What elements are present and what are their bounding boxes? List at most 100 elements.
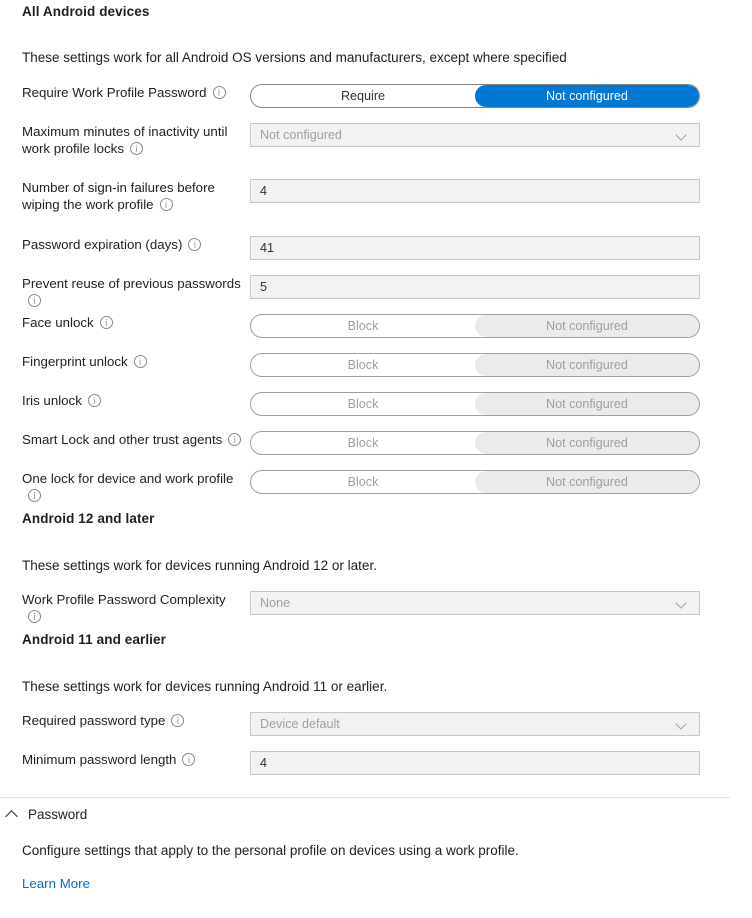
dropdown-value: None: [260, 596, 291, 610]
setting-label-face-unlock: Face unlock: [0, 314, 250, 331]
setting-label-max-minutes-inactivity: Maximum minutes of inactivity until work…: [0, 123, 250, 157]
label-text: One lock for device and work profile: [22, 471, 234, 486]
setting-label-required-password-type: Required password type: [0, 712, 250, 729]
toggle-option-not-configured[interactable]: Not configured: [475, 432, 699, 454]
input-signin-failures[interactable]: 4: [250, 179, 700, 203]
setting-control: Block Not configured: [250, 431, 700, 455]
toggle-option-block[interactable]: Block: [251, 393, 475, 415]
section-title-all-android-devices: All Android devices: [22, 4, 150, 19]
toggle-smart-lock[interactable]: Block Not configured: [250, 431, 700, 455]
setting-control: None: [250, 591, 700, 615]
setting-label-password-expiration: Password expiration (days): [0, 236, 250, 253]
label-text: Maximum minutes of inactivity until work…: [22, 124, 228, 156]
info-icon[interactable]: [212, 86, 226, 99]
chevron-down-icon: [676, 718, 688, 730]
chevron-up-icon[interactable]: [4, 806, 20, 822]
learn-more-link[interactable]: Learn More: [22, 876, 90, 891]
toggle-option-require[interactable]: Require: [251, 85, 475, 107]
setting-row-prevent-reuse: Prevent reuse of previous passwords 5: [0, 275, 752, 309]
setting-control: 4: [250, 179, 700, 203]
info-icon[interactable]: [171, 714, 185, 727]
setting-row-required-password-type: Required password type Device default: [0, 712, 752, 736]
toggle-option-block[interactable]: Block: [251, 471, 475, 493]
collapsible-header-password[interactable]: Password: [0, 806, 87, 822]
setting-row-minimum-password-length: Minimum password length 4: [0, 751, 752, 775]
toggle-one-lock[interactable]: Block Not configured: [250, 470, 700, 494]
info-icon[interactable]: [99, 316, 113, 329]
info-icon[interactable]: [228, 433, 242, 446]
setting-row-max-minutes-inactivity: Maximum minutes of inactivity until work…: [0, 123, 752, 157]
setting-row-password-expiration: Password expiration (days) 41: [0, 236, 752, 260]
section-title-android-11-and-earlier: Android 11 and earlier: [22, 632, 166, 647]
dropdown-max-minutes-inactivity[interactable]: Not configured: [250, 123, 700, 147]
toggle-option-block[interactable]: Block: [251, 354, 475, 376]
section-description-all-android-devices: These settings work for all Android OS v…: [22, 50, 567, 65]
section-title-android-12-and-later: Android 12 and later: [22, 511, 155, 526]
setting-row-smart-lock: Smart Lock and other trust agents Block …: [0, 431, 752, 455]
info-icon[interactable]: [28, 489, 41, 502]
info-icon[interactable]: [188, 238, 202, 251]
toggle-face-unlock[interactable]: Block Not configured: [250, 314, 700, 338]
input-minimum-password-length[interactable]: 4: [250, 751, 700, 775]
dropdown-value: Not configured: [260, 128, 342, 142]
password-section-description: Configure settings that apply to the per…: [22, 843, 519, 858]
setting-label-smart-lock: Smart Lock and other trust agents: [0, 431, 250, 448]
setting-control: 4: [250, 751, 700, 775]
toggle-require-work-profile-password[interactable]: Require Not configured: [250, 84, 700, 108]
label-text: Work Profile Password Complexity: [22, 592, 226, 607]
section-divider: [0, 797, 730, 798]
info-icon[interactable]: [87, 394, 101, 407]
label-text: Required password type: [22, 713, 166, 728]
setting-row-signin-failures: Number of sign-in failures before wiping…: [0, 179, 752, 213]
toggle-option-not-configured[interactable]: Not configured: [475, 354, 699, 376]
setting-control: Block Not configured: [250, 314, 700, 338]
setting-label-signin-failures: Number of sign-in failures before wiping…: [0, 179, 250, 213]
toggle-option-block[interactable]: Block: [251, 432, 475, 454]
setting-control: Device default: [250, 712, 700, 736]
info-icon[interactable]: [159, 198, 173, 211]
info-icon[interactable]: [129, 142, 143, 155]
info-icon[interactable]: [28, 294, 41, 307]
collapsible-title: Password: [28, 806, 88, 822]
setting-control: Block Not configured: [250, 353, 700, 377]
label-text: Face unlock: [22, 315, 94, 330]
setting-control: Block Not configured: [250, 392, 700, 416]
setting-label-one-lock: One lock for device and work profile: [0, 470, 250, 504]
info-icon[interactable]: [182, 753, 196, 766]
toggle-option-block[interactable]: Block: [251, 315, 475, 337]
info-icon[interactable]: [28, 610, 41, 623]
label-text: Require Work Profile Password: [22, 85, 207, 100]
label-text: Minimum password length: [22, 752, 177, 767]
dropdown-work-profile-password-complexity[interactable]: None: [250, 591, 700, 615]
label-text: Password expiration (days): [22, 237, 183, 252]
toggle-option-not-configured[interactable]: Not configured: [475, 393, 699, 415]
label-text: Iris unlock: [22, 393, 82, 408]
info-icon[interactable]: [133, 355, 147, 368]
section-description-android-12-and-later: These settings work for devices running …: [22, 558, 377, 573]
settings-page: All Android devices These settings work …: [0, 0, 752, 918]
toggle-fingerprint-unlock[interactable]: Block Not configured: [250, 353, 700, 377]
setting-label-iris-unlock: Iris unlock: [0, 392, 250, 409]
input-password-expiration[interactable]: 41: [250, 236, 700, 260]
toggle-option-not-configured[interactable]: Not configured: [475, 315, 699, 337]
toggle-option-not-configured[interactable]: Not configured: [475, 471, 699, 493]
label-text: Fingerprint unlock: [22, 354, 128, 369]
setting-label-minimum-password-length: Minimum password length: [0, 751, 250, 768]
chevron-down-icon: [676, 129, 688, 141]
setting-row-fingerprint-unlock: Fingerprint unlock Block Not configured: [0, 353, 752, 377]
dropdown-required-password-type[interactable]: Device default: [250, 712, 700, 736]
setting-control: Not configured: [250, 123, 700, 147]
setting-control: 41: [250, 236, 700, 260]
setting-control: Require Not configured: [250, 84, 700, 108]
section-description-android-11-and-earlier: These settings work for devices running …: [22, 679, 388, 694]
label-text: Smart Lock and other trust agents: [22, 432, 223, 447]
setting-row-require-work-profile-password: Require Work Profile Password Require No…: [0, 84, 752, 108]
setting-control: Block Not configured: [250, 470, 700, 494]
label-text: Prevent reuse of previous passwords: [22, 276, 241, 291]
toggle-option-not-configured[interactable]: Not configured: [475, 85, 699, 107]
setting-row-iris-unlock: Iris unlock Block Not configured: [0, 392, 752, 416]
setting-label-prevent-reuse: Prevent reuse of previous passwords: [0, 275, 250, 309]
input-prevent-reuse[interactable]: 5: [250, 275, 700, 299]
dropdown-value: Device default: [260, 717, 340, 731]
toggle-iris-unlock[interactable]: Block Not configured: [250, 392, 700, 416]
